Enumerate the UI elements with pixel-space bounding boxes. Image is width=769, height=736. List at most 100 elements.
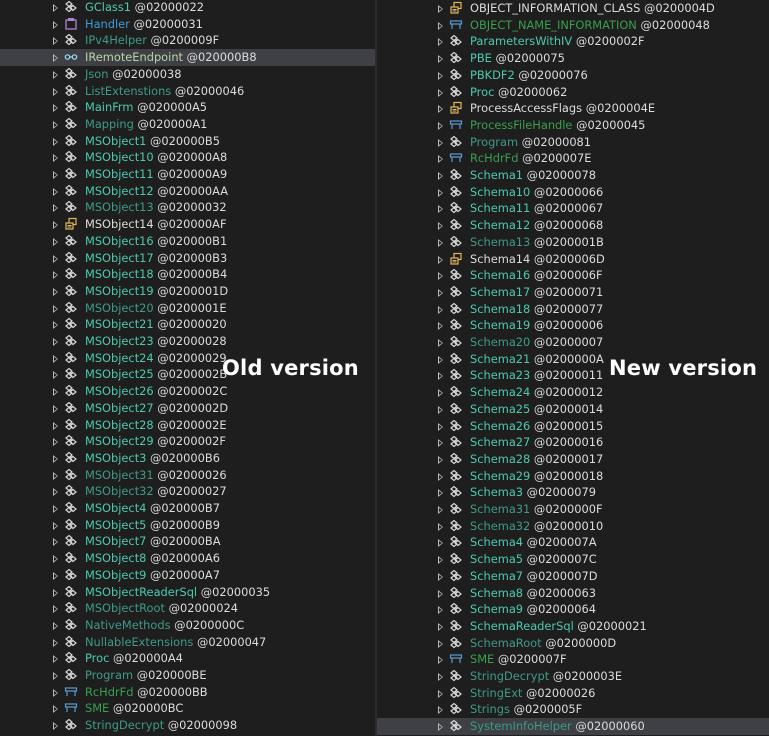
expand-arrow-icon[interactable] [53, 555, 58, 564]
tree-node-label[interactable]: MSObject20 @0200001E [85, 300, 227, 317]
tree-node-label[interactable]: Schema24 @02000012 [470, 384, 603, 401]
tree-node-label[interactable]: SystemInfoHelper @02000060 [470, 718, 645, 735]
tree-node[interactable]: NullableExtensions @02000047 [0, 634, 375, 651]
tree-node[interactable]: Mapping @020000A1 [0, 116, 375, 133]
tree-node[interactable]: SME @020000BC [0, 700, 375, 717]
expand-arrow-icon[interactable] [53, 505, 58, 513]
expand-arrow-icon[interactable] [438, 222, 443, 231]
tree-node-label[interactable]: PBE @02000075 [470, 50, 565, 67]
expand-arrow-icon[interactable] [53, 154, 58, 163]
tree-node[interactable]: Schema1 @02000078 [377, 167, 769, 184]
tree-node[interactable]: Schema26 @02000015 [377, 418, 769, 435]
tree-node-label[interactable]: RcHdrFd @0200007E [470, 150, 591, 167]
tree-node-label[interactable]: Schema14 @0200006D [470, 251, 605, 268]
expand-arrow-icon[interactable] [438, 539, 443, 548]
tree-node-label[interactable]: Schema23 @02000011 [470, 367, 603, 384]
tree-node-label[interactable]: GClass1 @02000022 [85, 0, 204, 16]
expand-arrow-icon[interactable] [53, 254, 58, 263]
tree-node[interactable]: MSObject11 @020000A9 [0, 166, 375, 183]
expand-arrow-icon[interactable] [53, 171, 58, 179]
tree-node[interactable]: Schema32 @02000010 [377, 518, 769, 535]
tree-node-label[interactable]: Schema16 @0200006F [470, 267, 603, 284]
tree-node-label[interactable]: MSObject26 @0200002C [85, 383, 227, 400]
tree-node-label[interactable]: MSObject24 @02000029 [85, 350, 227, 367]
tree-node[interactable]: MSObject21 @02000020 [0, 316, 375, 333]
expand-arrow-icon[interactable] [53, 54, 58, 63]
expand-arrow-icon[interactable] [53, 104, 58, 113]
expand-arrow-icon[interactable] [438, 405, 443, 414]
tree-node[interactable]: Schema17 @02000071 [377, 284, 769, 301]
tree-node[interactable]: MSObject27 @0200002D [0, 400, 375, 417]
tree-node-label[interactable]: MSObject32 @02000027 [85, 483, 227, 500]
tree-node[interactable]: RcHdrFd @0200007E [377, 150, 769, 167]
expand-arrow-icon[interactable] [53, 655, 58, 664]
tree-node[interactable]: MSObject28 @0200002E [0, 417, 375, 434]
expand-arrow-icon[interactable] [438, 5, 443, 13]
tree-node-label[interactable]: StringDecrypt @0200003E [470, 668, 622, 685]
expand-arrow-icon[interactable] [53, 37, 58, 46]
tree-node[interactable]: NativeMethods @0200000C [0, 617, 375, 634]
tree-node-label[interactable]: Schema5 @0200007C [470, 551, 597, 568]
expand-arrow-icon[interactable] [438, 21, 443, 30]
tree-node[interactable]: SME @0200007F [377, 651, 769, 668]
tree-node-label[interactable]: MSObjectReaderSql @02000035 [85, 584, 270, 601]
tree-node[interactable]: StringDecrypt @02000098 [0, 717, 375, 734]
expand-arrow-icon[interactable] [438, 706, 443, 715]
tree-node-label[interactable]: MSObject5 @020000B9 [85, 517, 220, 534]
expand-arrow-icon[interactable] [438, 472, 443, 481]
expand-arrow-icon[interactable] [438, 272, 443, 281]
tree-node[interactable]: Schema5 @0200007C [377, 551, 769, 568]
tree-node-label[interactable]: MSObject7 @020000BA [85, 533, 221, 550]
tree-node[interactable]: RcHdrFd @020000BB [0, 684, 375, 701]
expand-arrow-icon[interactable] [53, 672, 58, 680]
tree-node-label[interactable]: Schema20 @02000007 [470, 334, 603, 351]
expand-arrow-icon[interactable] [53, 87, 58, 96]
tree-node-label[interactable]: Schema3 @02000079 [470, 484, 596, 501]
expand-arrow-icon[interactable] [53, 588, 58, 597]
tree-node[interactable]: Schema7 @0200007D [377, 568, 769, 585]
tree-node[interactable]: Schema31 @0200000F [377, 501, 769, 518]
expand-arrow-icon[interactable] [438, 656, 443, 665]
tree-node-label[interactable]: MSObject16 @020000B1 [85, 233, 227, 250]
tree-node[interactable]: MSObject12 @020000AA [0, 183, 375, 200]
expand-arrow-icon[interactable] [438, 673, 443, 681]
tree-node-label[interactable]: MSObject10 @020000A8 [85, 149, 227, 166]
tree-node-label[interactable]: Schema13 @0200001B [470, 234, 604, 251]
tree-node[interactable]: MSObject23 @02000028 [0, 333, 375, 350]
expand-arrow-icon[interactable] [53, 605, 58, 614]
tree-node-label[interactable]: MSObject4 @020000B7 [85, 500, 220, 517]
expand-arrow-icon[interactable] [53, 705, 58, 714]
expand-arrow-icon[interactable] [438, 606, 443, 615]
tree-node-label[interactable]: NullableExtensions @02000047 [85, 634, 266, 651]
tree-node[interactable]: Schema25 @02000014 [377, 401, 769, 418]
tree-node[interactable]: Json @02000038 [0, 66, 375, 83]
expand-arrow-icon[interactable] [438, 689, 443, 698]
expand-arrow-icon[interactable] [438, 639, 443, 648]
tree-node[interactable]: MSObject31 @02000026 [0, 467, 375, 484]
tree-node-label[interactable]: Schema29 @02000018 [470, 468, 603, 485]
tree-node[interactable]: ProcessFileHandle @02000045 [377, 117, 769, 134]
tree-node-label[interactable]: MSObject29 @0200002F [85, 433, 226, 450]
tree-node-label[interactable]: MSObject18 @020000B4 [85, 266, 227, 283]
expand-arrow-icon[interactable] [438, 88, 443, 97]
expand-arrow-icon[interactable] [438, 105, 443, 114]
tree-node[interactable]: SchemaRoot @0200000D [377, 635, 769, 652]
expand-arrow-icon[interactable] [53, 221, 58, 230]
tree-node[interactable]: Program @02000081 [377, 134, 769, 151]
tree-node-label[interactable]: StringExt @02000026 [470, 685, 595, 702]
expand-arrow-icon[interactable] [53, 20, 58, 29]
tree-node[interactable]: MSObjectReaderSql @02000035 [0, 584, 375, 601]
expand-arrow-icon[interactable] [53, 688, 58, 697]
tree-node-label[interactable]: Schema31 @0200000F [470, 501, 603, 518]
tree-node-label[interactable]: MSObject25 @0200002B [85, 366, 227, 383]
tree-node[interactable]: Schema8 @02000063 [377, 585, 769, 602]
expand-arrow-icon[interactable] [438, 572, 443, 581]
expand-arrow-icon[interactable] [438, 305, 443, 314]
tree-node[interactable]: Program @020000BE [0, 667, 375, 684]
expand-arrow-icon[interactable] [438, 238, 443, 247]
tree-node-label[interactable]: Program @02000081 [470, 134, 591, 151]
tree-node-label[interactable]: MSObject19 @0200001D [85, 283, 228, 300]
expand-arrow-icon[interactable] [438, 155, 443, 164]
tree-node[interactable]: ListExtenstions @02000046 [0, 83, 375, 100]
tree-node-label[interactable]: Schema9 @02000064 [470, 601, 596, 618]
